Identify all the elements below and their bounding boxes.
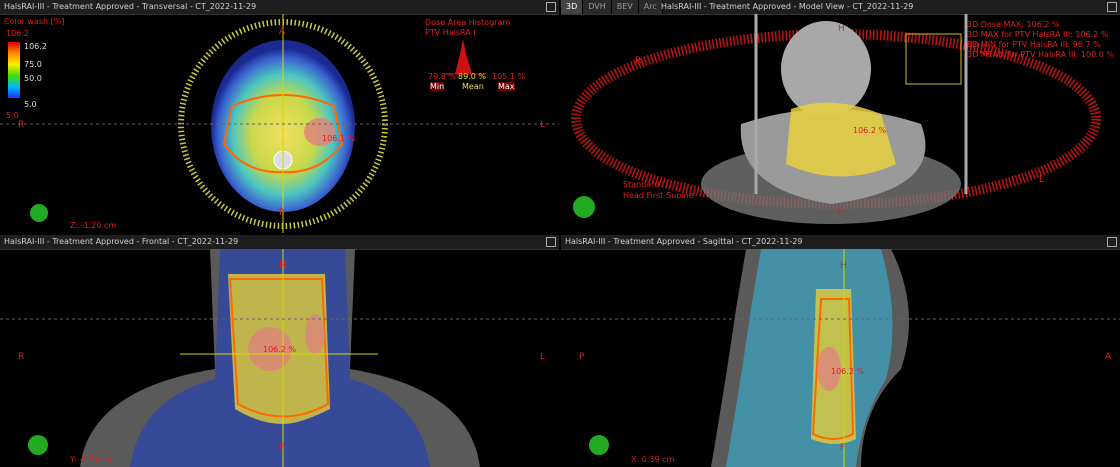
colorwash-title: Color wash [%]: [4, 17, 65, 26]
tab-bev[interactable]: BEV: [611, 0, 639, 14]
z-readout: Z: -1.20 cm: [70, 221, 117, 230]
colorwash-max: 106.2: [6, 29, 29, 38]
colorwash-v1: 106.2: [24, 42, 47, 51]
dah-min-label: Min: [430, 82, 445, 91]
maximize-icon[interactable]: [1107, 237, 1117, 247]
orient-bottom: P: [279, 208, 285, 218]
dah-max-label: Max: [498, 82, 515, 91]
orient-bottom: F: [840, 443, 846, 453]
tab-dvh[interactable]: DVH: [583, 0, 612, 14]
colorwash-min2: 5.0: [6, 111, 19, 120]
tab-3d[interactable]: 3D: [561, 0, 584, 14]
patient-orientation-icon[interactable]: [573, 196, 595, 218]
stat-ptv-mean: 3D MEAN for PTV HalsRA III: 100.0 %: [967, 50, 1114, 59]
maximize-icon[interactable]: [546, 2, 556, 12]
hotspot-label: 106.2 %: [853, 126, 887, 135]
orientation-standard: Standard: [623, 180, 660, 189]
colorwash-min: 5.0: [24, 100, 37, 109]
viewport-model[interactable]: 3D DVH BEV Arc HalsRAI-III - Treatment A…: [561, 0, 1120, 233]
orient-top: H: [840, 261, 847, 271]
stat-ptv-max: 3D MAX for PTV HalsRA III: 106.2 %: [967, 30, 1109, 39]
dah-min-value: 79.8 %: [428, 72, 456, 81]
orient-left: P: [579, 352, 585, 362]
viewport-transversal[interactable]: HalsRAI-III - Treatment Approved - Trans…: [0, 0, 559, 233]
hotspot-label: 106.1 %: [322, 134, 356, 143]
frontal-image[interactable]: [0, 249, 559, 467]
orient-left: R: [18, 120, 25, 130]
viewport-title: HalsRAI-III - Treatment Approved - Front…: [0, 235, 559, 250]
maximize-icon[interactable]: [1107, 2, 1117, 12]
orient-bottom: F: [279, 443, 285, 453]
colorwash-v2: 75.0: [24, 60, 42, 69]
orient-right: L: [540, 352, 546, 362]
dah-subtitle: PTV HalsRA I: [425, 28, 476, 37]
transversal-image[interactable]: [0, 14, 559, 233]
colorwash-bar[interactable]: [8, 42, 20, 98]
orient-right: L: [540, 120, 546, 130]
dah-max-value: 105.1 %: [492, 72, 526, 81]
stat-dose-max: 3D Dose MAX: 106.2 %: [967, 20, 1060, 29]
x-readout: X: 0.39 cm: [631, 455, 675, 464]
viewport-frontal[interactable]: HalsRAI-III - Treatment Approved - Front…: [0, 235, 559, 467]
patient-orientation-icon[interactable]: [28, 435, 48, 455]
orient-bottom: F: [838, 207, 844, 217]
dah-title: Dose Area Histogram: [425, 18, 511, 27]
orient-top: A: [279, 27, 286, 37]
orient-top: H: [279, 261, 286, 271]
viewport-title: HalsRAI-III - Treatment Approved - Trans…: [0, 0, 559, 15]
sagittal-image[interactable]: [561, 249, 1120, 467]
orient-right: L: [1039, 175, 1045, 185]
dose-surface: [786, 102, 896, 177]
orient-right: A: [1105, 352, 1112, 362]
orient-top: H: [838, 24, 845, 34]
dah-histogram: [455, 39, 472, 74]
dah-mean-label: Mean: [462, 82, 484, 91]
hotspot-label: 106.2 %: [831, 367, 865, 376]
stat-ptv-min: 3D MIN for PTV HalsRA III: 96.7 %: [967, 40, 1101, 49]
viewport-title: 3D DVH BEV Arc HalsRAI-III - Treatment A…: [561, 0, 1120, 15]
orient-left: R: [635, 56, 642, 66]
orientation-hfs: Head First-Supine: [623, 191, 694, 200]
hotspot-label: 106.2 %: [263, 345, 297, 354]
view-tabs: 3D DVH BEV Arc: [561, 0, 663, 14]
orient-left: R: [18, 352, 25, 362]
colorwash-v3: 50.0: [24, 74, 42, 83]
dah-mean-value: 89.0 %: [458, 72, 486, 81]
patient-orientation-icon[interactable]: [30, 204, 48, 222]
patient-orientation-icon[interactable]: [589, 435, 609, 455]
tab-arc[interactable]: Arc: [638, 0, 663, 14]
viewport-title: HalsRAI-III - Treatment Approved - Sagit…: [561, 235, 1120, 250]
y-readout: Y: -1.54 cm: [70, 455, 115, 464]
viewport-sagittal[interactable]: HalsRAI-III - Treatment Approved - Sagit…: [561, 235, 1120, 467]
maximize-icon[interactable]: [546, 237, 556, 247]
